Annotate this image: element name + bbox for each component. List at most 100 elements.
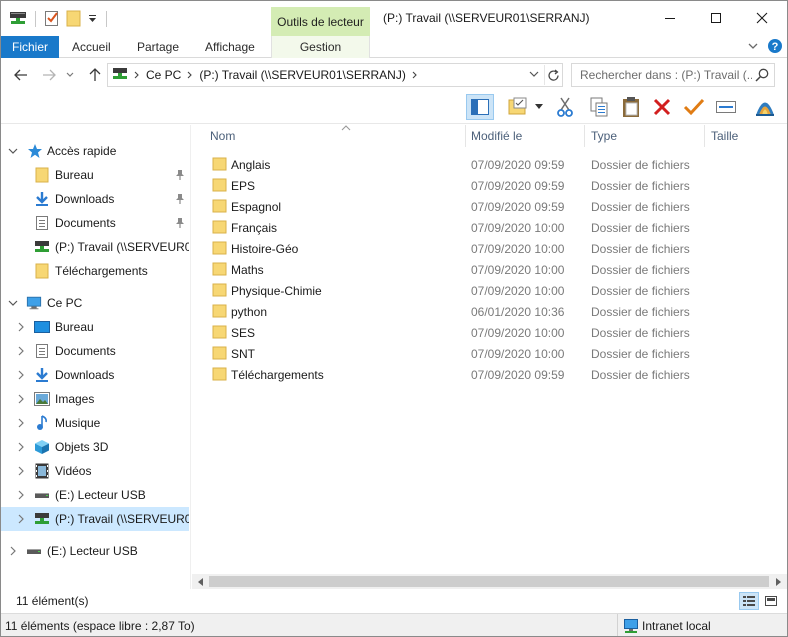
tab-partage[interactable]: Partage [128,36,188,58]
file-row[interactable]: EPS 07/09/2020 09:59 Dossier de fichiers [206,175,701,196]
nav-pc-usb-drive[interactable]: (E:) Lecteur USB [1,483,189,507]
nav-pc-images[interactable]: Images [1,387,189,411]
tab-accueil[interactable]: Accueil [63,36,120,58]
refresh-button[interactable] [544,65,562,85]
chevron-right-icon[interactable] [16,418,26,428]
paste-icon [623,97,639,117]
file-modified: 07/09/2020 09:59 [471,178,565,193]
maximize-button[interactable] [693,1,739,35]
column-header-name[interactable]: Nom [204,125,466,147]
nav-pc-documents[interactable]: Documents [1,339,189,363]
nav-qa-telechargements[interactable]: Téléchargements [1,259,189,283]
nav-pc-musique[interactable]: Musique [1,411,189,435]
chevron-down-icon[interactable] [8,298,18,308]
chevron-right-icon[interactable] [8,546,18,556]
recent-locations-button[interactable] [63,66,77,84]
chevron-right-icon[interactable] [16,466,26,476]
chevron-right-icon[interactable] [16,370,26,380]
scrollbar-thumb[interactable] [209,576,769,587]
properties-check-icon[interactable] [44,9,60,30]
close-button[interactable] [739,1,785,35]
breadcrumb-separator-icon[interactable] [187,68,193,82]
scroll-left-icon[interactable] [195,576,207,587]
contextual-tab-drive-tools[interactable]: Outils de lecteur [271,7,370,36]
chevron-right-icon[interactable] [16,442,26,452]
nav-pc-objets-3d[interactable]: Objets 3D [1,435,189,459]
chevron-down-icon[interactable] [8,146,18,156]
column-header-type[interactable]: Type [585,125,704,147]
back-button[interactable] [11,66,31,84]
chevron-right-icon[interactable] [16,322,26,332]
expand-ribbon-icon[interactable] [747,40,759,55]
address-bar[interactable]: Ce PC (P:) Travail (\\SERVEUR01\SERRANJ) [107,63,563,87]
help-icon[interactable]: ? [767,38,783,57]
copy-button[interactable] [585,94,613,120]
file-name: Physique-Chimie [231,283,322,298]
nav-qa-documents[interactable]: Documents [1,211,189,235]
file-row[interactable]: SES 07/09/2020 10:00 Dossier de fichiers [206,322,701,343]
large-icons-view-button[interactable] [761,592,781,610]
nav-pc-videos[interactable]: Vidéos [1,459,189,483]
nav-this-pc[interactable]: Ce PC [1,291,189,315]
details-view-button[interactable] [739,592,759,610]
scroll-right-icon[interactable] [772,576,784,587]
search-input[interactable] [572,64,752,86]
chevron-right-icon[interactable] [16,514,26,524]
nav-usb-root[interactable]: (E:) Lecteur USB [1,539,189,563]
chevron-right-icon[interactable] [16,394,26,404]
file-row[interactable]: Maths 07/09/2020 10:00 Dossier de fichiers [206,259,701,280]
nav-item-label: (P:) Travail (\\SERVEUR01\SERRANJ) [55,240,189,254]
file-row[interactable]: Français 07/09/2020 10:00 Dossier de fichi… [206,217,701,238]
column-header-modified[interactable]: Modifié le [465,125,584,147]
search-icon[interactable] [754,67,770,83]
nav-qa-bureau[interactable]: Bureau [1,163,189,187]
file-row[interactable]: Anglais 07/09/2020 09:59 Dossier de fichie… [206,154,701,175]
forward-button[interactable] [39,66,59,84]
status-summary: 11 éléments (espace libre : 2,87 To) [5,619,195,633]
rename-button[interactable] [712,94,740,120]
chevron-right-icon[interactable] [16,490,26,500]
nav-item-label: Vidéos [55,464,92,478]
navigation-pane-icon [471,99,489,115]
pin-icon[interactable] [175,193,185,205]
nav-pc-network-drive[interactable]: (P:) Travail (\\SERVEUR01\SERRANJ) [1,507,189,531]
new-folder-icon[interactable] [66,9,82,30]
delete-button[interactable] [648,94,676,120]
breadcrumb-ce-pc[interactable]: Ce PC [146,68,181,82]
file-row[interactable]: Physique-Chimie 07/09/2020 10:00 Dossier d… [206,280,701,301]
nav-pc-bureau[interactable]: Bureau [1,315,189,339]
up-button[interactable] [85,66,105,84]
file-row[interactable]: Espagnol 07/09/2020 09:59 Dossier de fichi… [206,196,701,217]
properties-button[interactable] [504,94,532,120]
file-row[interactable]: SNT 07/09/2020 10:00 Dossier de fichiers [206,343,701,364]
tab-fichier[interactable]: Fichier [1,36,59,58]
chevron-right-icon[interactable] [16,346,26,356]
file-row[interactable]: Histoire-Géo 07/09/2020 10:00 Dossier de f… [206,238,701,259]
minimize-button[interactable] [647,1,693,35]
apply-button[interactable] [680,94,708,120]
breadcrumb-separator-icon[interactable] [134,68,140,82]
paste-button[interactable] [617,94,645,120]
tab-gestion[interactable]: Gestion [271,36,370,58]
navigation-pane-button[interactable] [466,94,494,120]
tab-affichage[interactable]: Affichage [196,36,264,58]
cut-button[interactable] [551,94,579,120]
nav-qa-downloads[interactable]: Downloads [1,187,189,211]
nav-pc-downloads[interactable]: Downloads [1,363,189,387]
search-box[interactable] [571,63,775,87]
address-history-dropdown[interactable] [528,68,542,82]
file-row[interactable]: python 06/01/2020 10:36 Dossier de fichier… [206,301,701,322]
horizontal-scrollbar[interactable] [192,574,787,589]
breadcrumb-current-drive[interactable]: (P:) Travail (\\SERVEUR01\SERRANJ) [199,68,406,82]
pin-icon[interactable] [175,217,185,229]
customize-qat-icon[interactable] [88,12,98,27]
music-icon [34,415,50,431]
properties-dropdown[interactable] [532,94,546,120]
breadcrumb-separator-icon[interactable] [412,68,418,82]
shell-button[interactable] [751,94,779,120]
pin-icon[interactable] [175,169,185,181]
column-header-size[interactable]: Taille [705,125,785,147]
nav-quick-access[interactable]: Accès rapide [1,139,189,163]
file-row[interactable]: Téléchargements 07/09/2020 09:59 Dossier d… [206,364,701,385]
nav-qa-network-drive[interactable]: (P:) Travail (\\SERVEUR01\SERRANJ) [1,235,189,259]
